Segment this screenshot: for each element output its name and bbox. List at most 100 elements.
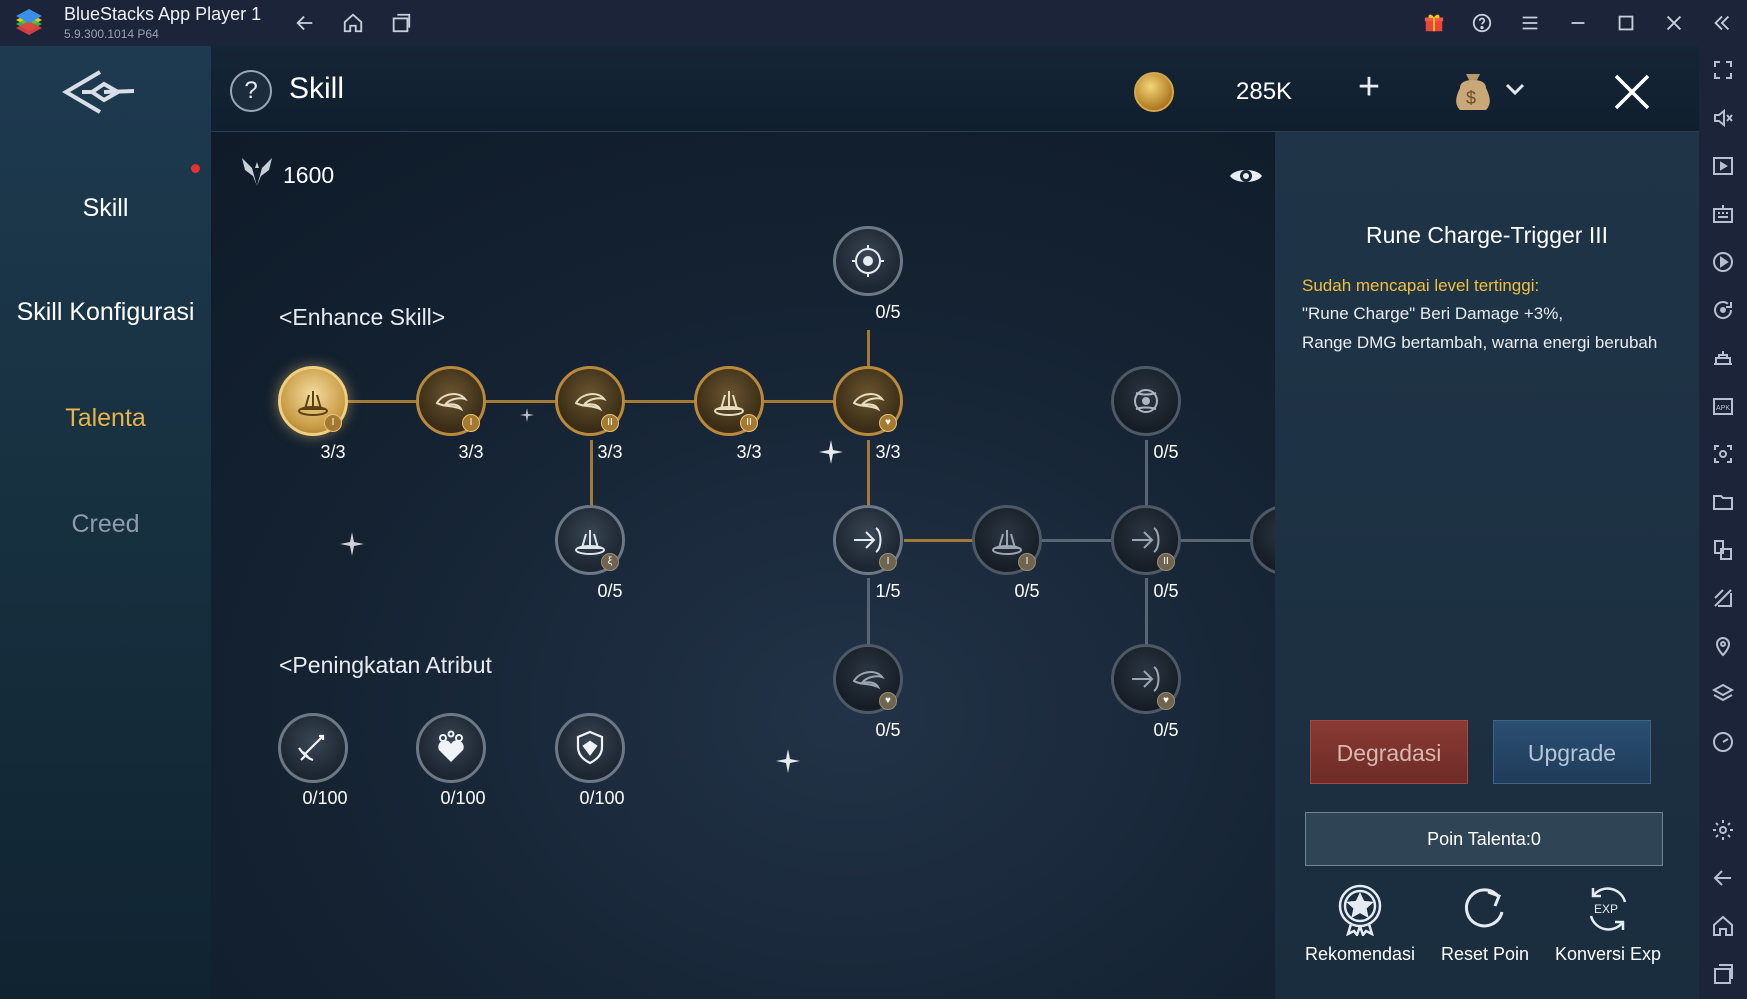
svg-text:EXP: EXP — [1594, 902, 1618, 916]
connector — [1042, 539, 1114, 542]
gift-icon[interactable] — [1419, 8, 1449, 38]
talent-node-level: 0/5 — [875, 720, 901, 740]
talent-node-r1c7[interactable] — [1111, 366, 1181, 436]
talent-node-r2c5[interactable]: I — [833, 505, 903, 575]
reset-points-button[interactable]: Reset Poin — [1430, 882, 1540, 965]
back-icon[interactable] — [290, 8, 320, 38]
screen-record-icon[interactable] — [1711, 154, 1735, 178]
tier-badge: ♥ — [879, 692, 897, 710]
talent-node-r3c5[interactable]: ♥ — [833, 644, 903, 714]
recommend-label: Rekomendasi — [1305, 944, 1416, 964]
heart-icon — [438, 730, 464, 762]
talent-node-r2c7[interactable]: II — [1111, 505, 1181, 575]
talent-node-r1c1[interactable]: I — [278, 366, 348, 436]
talent-node-r1c5[interactable]: ♥ — [833, 366, 903, 436]
attribute-node-attack[interactable] — [278, 713, 348, 783]
svg-text:$: $ — [1466, 88, 1476, 108]
attribute-node-hp[interactable] — [416, 713, 486, 783]
talent-node-level: 0/5 — [1014, 581, 1040, 601]
folder-icon[interactable] — [1711, 490, 1735, 514]
chevron-down-icon[interactable] — [1504, 80, 1526, 98]
game-screen: Skill Skill Konfigurasi Talenta Creed ? … — [0, 46, 1699, 999]
tier-badge: I — [1018, 553, 1036, 571]
collapse-sidebar-icon[interactable] — [1707, 8, 1737, 38]
connector — [1180, 539, 1250, 542]
screenshot-icon[interactable] — [1711, 442, 1735, 466]
talent-node-r1c2[interactable]: I — [416, 366, 486, 436]
maximize-icon[interactable] — [1611, 8, 1641, 38]
reset-points-label: Reset Poin — [1440, 944, 1530, 964]
talent-node-r1c3[interactable]: II — [555, 366, 625, 436]
game-controls-icon[interactable] — [1711, 346, 1735, 370]
talent-node-level: 3/3 — [736, 442, 762, 462]
talent-status: Sudah mencapai level tertinggi: — [1302, 276, 1540, 295]
window-close-icon[interactable] — [1659, 8, 1689, 38]
convert-exp-label: Konversi Exp — [1554, 944, 1662, 964]
tier-badge: I — [879, 553, 897, 571]
volume-mute-icon[interactable] — [1711, 106, 1735, 130]
talent-node-top[interactable] — [833, 226, 903, 296]
money-bag-icon[interactable]: $ — [1450, 64, 1496, 114]
eco-mode-icon[interactable] — [1711, 586, 1735, 610]
rotate-icon[interactable] — [1711, 298, 1735, 322]
talent-detail-panel: Rune Charge-Trigger III Sudah mencapai l… — [1275, 132, 1699, 999]
apk-install-icon[interactable]: APK — [1711, 394, 1735, 418]
talent-node-level: 0/5 — [875, 302, 901, 322]
connector — [867, 330, 870, 366]
talent-node-r1c4[interactable]: II — [694, 366, 764, 436]
talent-node-level: 0/5 — [1153, 720, 1179, 740]
minimize-icon[interactable] — [1563, 8, 1593, 38]
attribute-level: 0/100 — [302, 788, 348, 808]
settings-gear-icon[interactable] — [1711, 818, 1735, 842]
attribute-level: 0/100 — [440, 788, 486, 808]
talent-description-line: "Rune Charge" Beri Damage +3%, — [1302, 304, 1564, 323]
tier-badge: I — [462, 414, 480, 432]
reset-icon — [1465, 888, 1504, 928]
degrade-button[interactable]: Degradasi — [1310, 720, 1468, 784]
tier-badge: II — [740, 414, 758, 432]
talent-node-level: 3/3 — [875, 442, 901, 462]
sparkle-decoration — [340, 532, 364, 556]
bluestacks-logo-icon — [16, 9, 42, 35]
talent-node-r2c3[interactable]: ξ — [555, 505, 625, 575]
convert-exp-button[interactable]: EXP Konversi Exp — [1553, 882, 1663, 965]
talent-description-line: Range DMG bertambah, warna energi beruba… — [1302, 333, 1658, 352]
help-circle-icon[interactable] — [1467, 8, 1497, 38]
android-back-icon[interactable] — [1711, 866, 1735, 890]
talent-node-level: 0/5 — [597, 581, 623, 601]
close-icon[interactable] — [1612, 72, 1652, 112]
tier-badge: II — [1157, 553, 1175, 571]
app-title: BlueStacks App Player 1 — [64, 4, 262, 24]
sparkle-decoration — [819, 440, 843, 464]
keyboard-icon[interactable] — [1711, 202, 1735, 226]
upgrade-button[interactable]: Upgrade — [1493, 720, 1651, 784]
tier-badge: ♥ — [1157, 692, 1175, 710]
fullscreen-icon[interactable] — [1711, 58, 1735, 82]
android-recents-icon[interactable] — [1711, 962, 1735, 986]
tier-badge: ♥ — [879, 414, 897, 432]
multi-instance-icon[interactable] — [1711, 538, 1735, 562]
star-badge-icon — [1338, 884, 1382, 936]
talent-node-r2c6[interactable]: I — [972, 505, 1042, 575]
tier-badge: I — [324, 414, 342, 432]
talent-node-level: 3/3 — [597, 442, 623, 462]
layers-icon[interactable] — [1711, 682, 1735, 706]
home-icon[interactable] — [338, 8, 368, 38]
add-currency-button[interactable]: + — [1354, 68, 1384, 106]
location-icon[interactable] — [1711, 634, 1735, 658]
recommend-button[interactable]: Rekomendasi — [1305, 882, 1415, 965]
macro-play-icon[interactable] — [1711, 250, 1735, 274]
attribute-node-defense[interactable] — [555, 713, 625, 783]
talent-node-r3c7[interactable]: ♥ — [1111, 644, 1181, 714]
svg-text:APK: APK — [1716, 405, 1730, 412]
performance-icon[interactable] — [1711, 730, 1735, 754]
android-home-icon[interactable] — [1711, 914, 1735, 938]
emulator-title-bar: BlueStacks App Player 1 5.9.300.1014 P64 — [0, 0, 1747, 46]
recent-apps-icon[interactable] — [386, 8, 416, 38]
talent-node-level: 3/3 — [458, 442, 484, 462]
talent-node-level: 3/3 — [320, 442, 346, 462]
sword-icon — [298, 734, 325, 762]
talent-points-box: Poin Talenta:0 — [1305, 812, 1663, 866]
menu-icon[interactable] — [1515, 8, 1545, 38]
shield-icon — [576, 730, 604, 765]
